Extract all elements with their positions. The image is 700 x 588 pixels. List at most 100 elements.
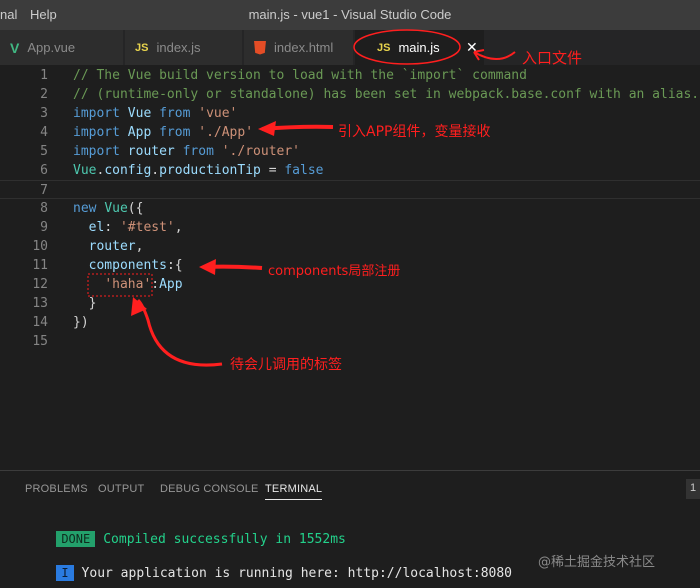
code-text: new Vue({ — [73, 199, 143, 218]
code-line[interactable]: 15 — [0, 332, 700, 351]
info-badge: I — [56, 565, 74, 581]
code-line[interactable]: 14}) — [0, 313, 700, 332]
code-token: App — [127, 125, 160, 140]
line-number: 8 — [40, 201, 48, 216]
window-title: main.js - vue1 - Visual Studio Code — [248, 7, 452, 22]
code-text: } — [73, 294, 97, 313]
code-text: }) — [73, 313, 89, 332]
code-token: , — [174, 220, 183, 235]
code-text: import router from './router' — [73, 142, 300, 161]
code-text: import App from './App' — [73, 123, 253, 142]
code-line[interactable]: 10 router, — [0, 237, 700, 256]
tab-output[interactable]: OUTPUT — [98, 483, 144, 495]
code-token: : — [151, 277, 160, 292]
annotation-import-app: 引入APP组件，变量接收 — [338, 124, 491, 140]
code-token: }) — [73, 315, 89, 330]
annotation-entry-file: 入口文件 — [522, 49, 583, 67]
code-line[interactable]: 6 Vue.config.productionTip = false — [0, 161, 700, 180]
code-token: import — [73, 144, 128, 159]
line-number: 13 — [32, 296, 48, 311]
code-token: components — [88, 258, 167, 273]
line-number: 6 — [40, 163, 48, 178]
code-text: el: '#test', — [73, 218, 183, 237]
code-line[interactable]: 5 import router from './router' — [0, 142, 700, 161]
annotation-tag-to-call: 待会儿调用的标签 — [230, 357, 342, 373]
tab-label: index.js — [156, 40, 201, 55]
code-token: './App' — [198, 125, 254, 140]
code-token: new — [73, 201, 105, 216]
code-token: : — [104, 220, 120, 235]
code-line[interactable]: 9 el: '#test', — [0, 218, 700, 237]
code-token: router — [88, 239, 136, 254]
code-text: 'haha':App — [73, 275, 183, 294]
tab-index-html[interactable]: index.html — [244, 30, 354, 65]
line-number: 15 — [32, 334, 48, 349]
tab-index-js[interactable]: JS index.js — [125, 30, 243, 65]
js-icon: JS — [135, 41, 149, 54]
code-line[interactable]: 13 } — [0, 294, 700, 313]
tab-app-vue[interactable]: V App.vue — [0, 30, 124, 65]
code-token: import — [73, 106, 128, 121]
code-line[interactable]: 8 new Vue({ — [0, 199, 700, 218]
code-token: 'vue' — [198, 106, 238, 121]
code-token: Vue — [127, 106, 160, 121]
code-token: from — [159, 125, 199, 140]
tab-label: main.js — [398, 40, 440, 55]
code-token: 'haha' — [104, 277, 152, 292]
code-text: Vue.config.productionTip = false — [73, 161, 323, 180]
code-token: '#test' — [119, 220, 175, 235]
line-number: 10 — [32, 239, 48, 254]
code-token: . — [151, 163, 160, 178]
line-number: 11 — [32, 258, 48, 273]
close-icon[interactable]: ✕ — [466, 40, 478, 56]
tab-problems[interactable]: PROBLEMS — [25, 483, 88, 495]
code-text: // The Vue build version to load with th… — [73, 66, 527, 85]
line-number: 2 — [40, 87, 48, 102]
line-number: 4 — [40, 125, 48, 140]
code-token: ({ — [127, 201, 144, 216]
tab-terminal[interactable]: TERMINAL — [265, 483, 323, 500]
code-line[interactable]: 7 — [0, 180, 700, 199]
code-text: router, — [73, 237, 144, 256]
code-token: :{ — [166, 258, 183, 273]
done-badge: DONE — [56, 531, 96, 547]
line-number: 1 — [40, 68, 48, 83]
editor-tab-bar: V App.vue JS index.js index.html JS main… — [0, 30, 700, 65]
code-line[interactable]: 1 // The Vue build version to load with t… — [0, 66, 700, 85]
line-number: 9 — [40, 220, 48, 235]
code-text: // (runtime-only or standalone) has been… — [73, 85, 699, 104]
code-token: router — [127, 144, 183, 159]
annotation-components-local: components局部注册 — [268, 264, 401, 279]
line-number: 14 — [32, 315, 48, 330]
bottom-panel: PROBLEMS OUTPUT DEBUG CONSOLE TERMINAL 1… — [0, 470, 700, 588]
line-number: 7 — [40, 183, 48, 198]
line-number: 3 — [40, 106, 48, 121]
code-token: // (runtime-only or standalone) has been… — [73, 87, 700, 102]
tab-label: App.vue — [27, 40, 76, 55]
code-token: './router' — [221, 144, 301, 159]
tab-label: index.html — [274, 40, 334, 55]
watermark: @稀土掘金技术社区 — [538, 555, 656, 570]
line-number: 12 — [32, 277, 48, 292]
code-token: false — [284, 163, 324, 178]
html5-icon — [254, 40, 266, 55]
code-token: import — [73, 125, 128, 140]
code-token: = — [268, 163, 285, 178]
code-token: Vue — [73, 163, 97, 178]
code-token: , — [135, 239, 144, 254]
code-token: App — [159, 277, 183, 292]
vue-icon: V — [10, 39, 20, 56]
code-token: from — [159, 106, 199, 121]
code-token: from — [182, 144, 222, 159]
terminal-instance-number[interactable]: 1 — [686, 479, 700, 499]
code-token: el — [88, 220, 105, 235]
code-token: productionTip — [159, 163, 269, 178]
code-token: config — [104, 163, 152, 178]
tab-debug-console[interactable]: DEBUG CONSOLE — [160, 483, 259, 495]
code-token: } — [73, 296, 97, 311]
running-message: Your application is running here: http:/… — [81, 566, 513, 581]
code-line[interactable]: 2 // (runtime-only or standalone) has bee… — [0, 85, 700, 104]
